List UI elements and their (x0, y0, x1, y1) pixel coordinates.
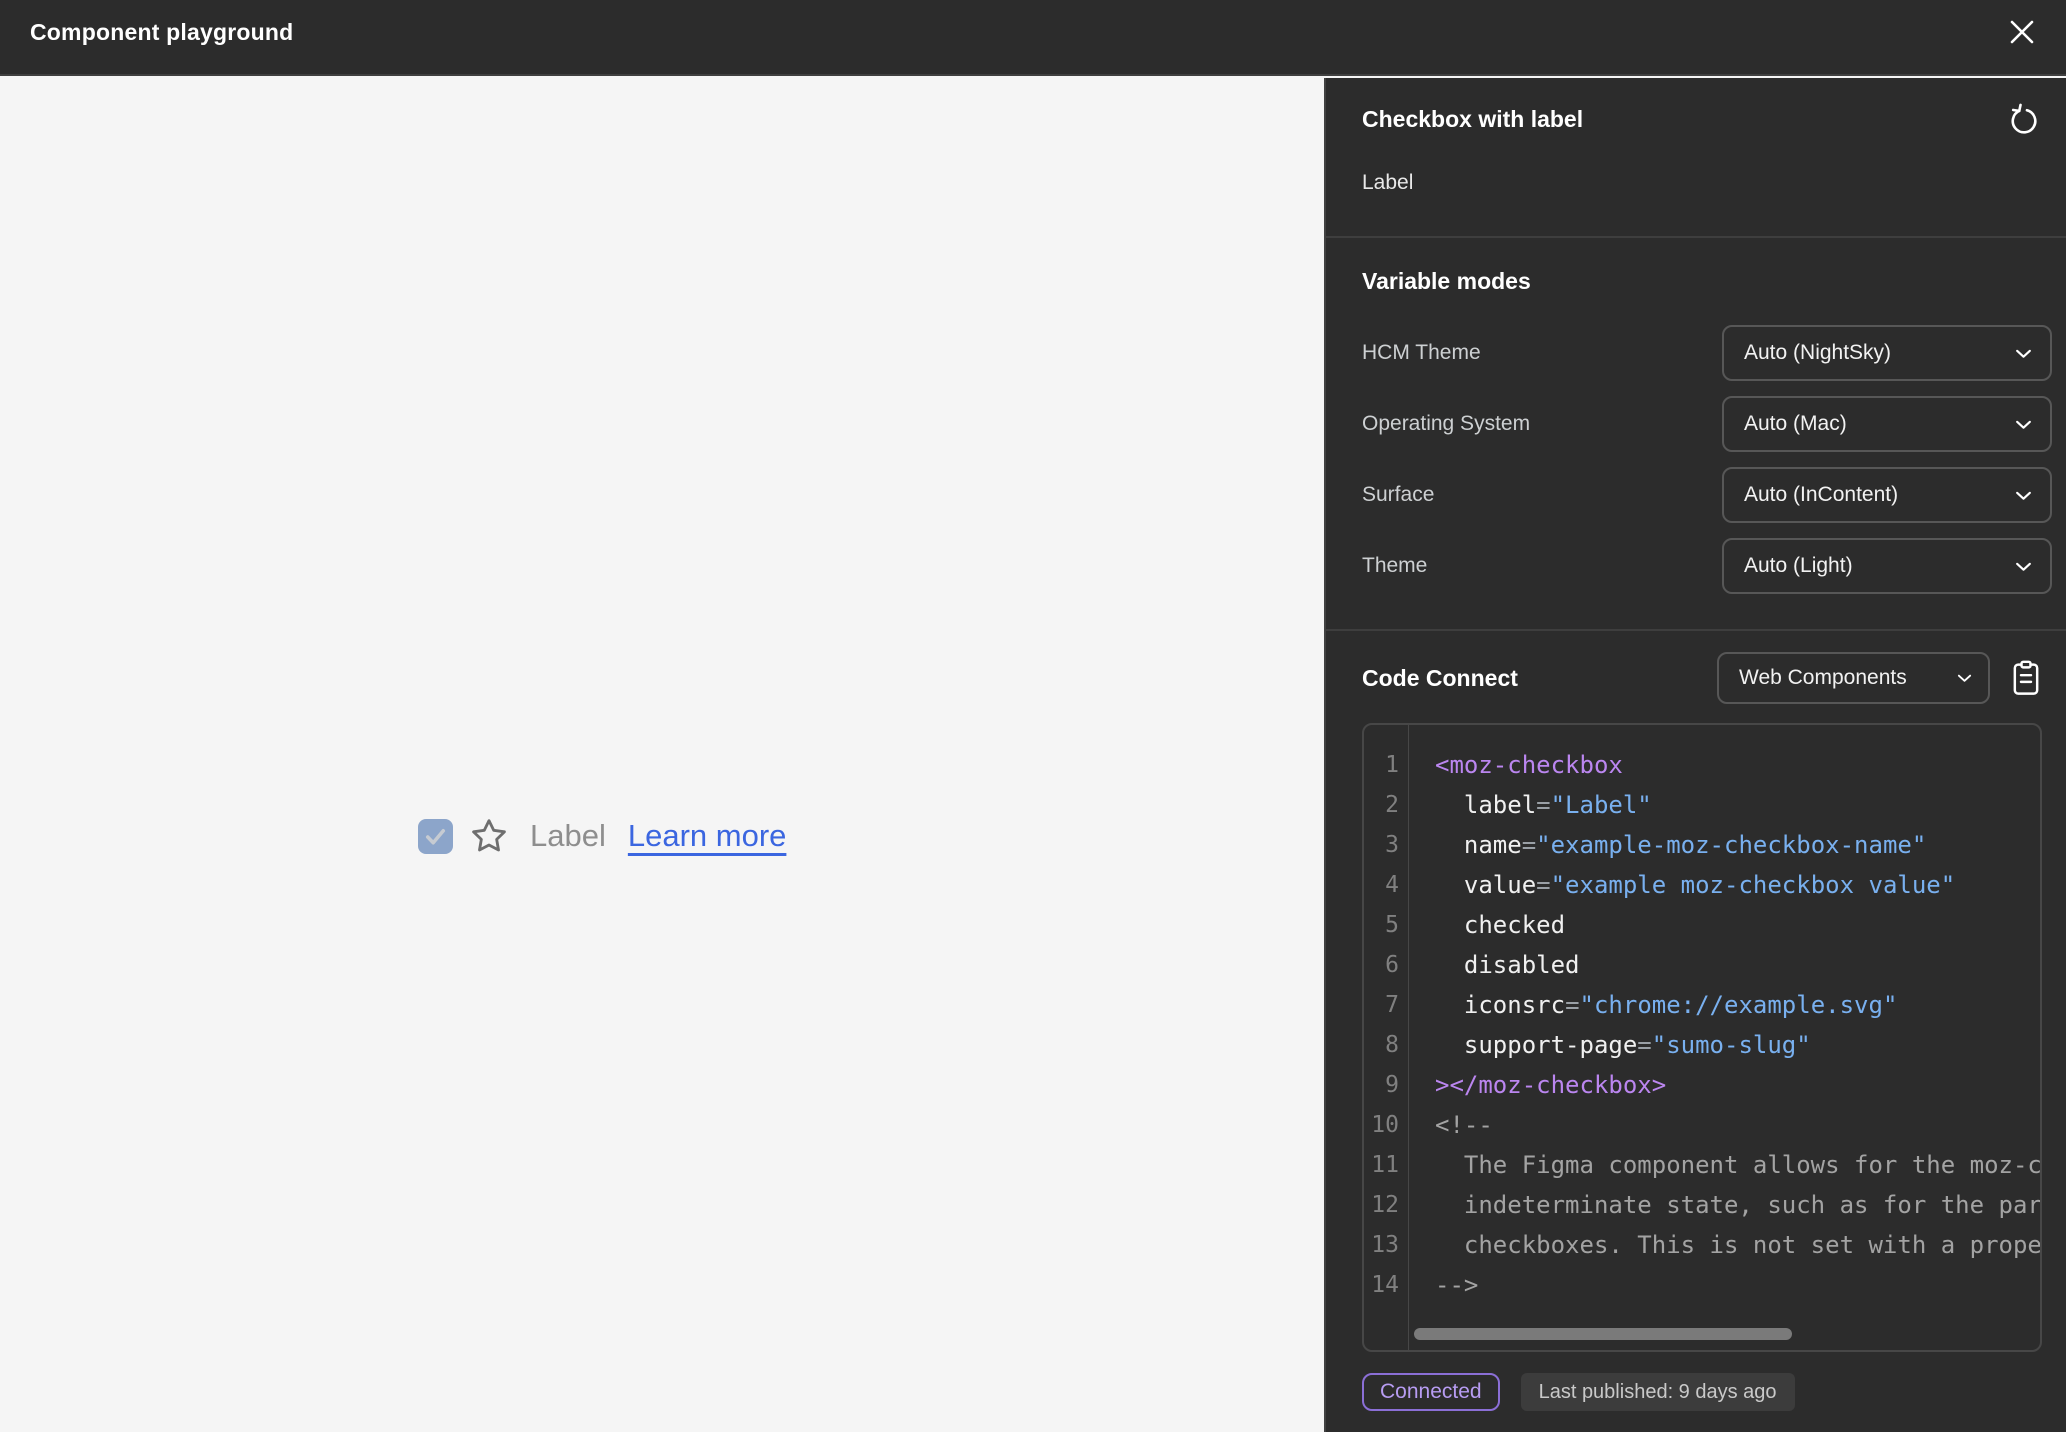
gutter-separator (1408, 725, 1409, 1350)
mode-row-surface: Surface Auto (InContent) (1362, 467, 2052, 523)
select-value: Auto (Light) (1744, 554, 1853, 577)
chevron-down-icon (2015, 348, 2032, 359)
code-line: 13 checkboxes. This is not set with a pr… (1364, 1225, 2040, 1265)
code-line: 12 indeterminate state, such as for the … (1364, 1185, 2040, 1225)
mode-row-hcm-theme: HCM Theme Auto (NightSky) (1362, 325, 2052, 381)
select-value: Web Components (1739, 666, 1907, 689)
window-titlebar: Component playground (0, 0, 2066, 76)
select-value: Auto (InContent) (1744, 483, 1899, 506)
line-number: 3 (1385, 832, 1399, 858)
chevron-down-icon (2015, 561, 2032, 572)
variable-modes-title: Variable modes (1362, 268, 1531, 294)
line-number: 6 (1385, 952, 1399, 978)
code-connect-section: Code Connect Web Components 1 <moz-check… (1326, 631, 2066, 1411)
last-published-chip: Last published: 9 days ago (1520, 1373, 1795, 1411)
preview-checkbox[interactable] (418, 818, 453, 854)
component-property-label: Label (1362, 171, 1414, 194)
code-line: 2 label="Label" (1364, 785, 2040, 825)
code-line: 9 ></moz-checkbox> (1364, 1065, 2040, 1105)
status-badge: Connected (1362, 1373, 1500, 1411)
code-line: 7 iconsrc="chrome://example.svg" (1364, 985, 2040, 1025)
chevron-down-icon (1957, 673, 1972, 683)
preview-checkbox-label: Label (530, 818, 606, 853)
line-number: 7 (1385, 992, 1399, 1018)
line-number: 10 (1371, 1112, 1399, 1138)
mode-label: Theme (1362, 554, 1428, 577)
code-connect-footer: Connected Last published: 9 days ago (1362, 1373, 2042, 1411)
mode-label: Operating System (1362, 412, 1531, 435)
close-icon (2007, 17, 2037, 47)
operating-system-select[interactable]: Auto (Mac) (1722, 396, 2052, 452)
surface-select[interactable]: Auto (InContent) (1722, 467, 2052, 523)
chevron-down-icon (2015, 490, 2032, 501)
line-number: 8 (1385, 1032, 1399, 1058)
reset-icon (2006, 102, 2042, 138)
line-number: 12 (1371, 1192, 1399, 1218)
mode-label: HCM Theme (1362, 341, 1481, 364)
close-button[interactable] (2000, 10, 2044, 54)
mode-row-theme: Theme Auto (Light) (1362, 538, 2052, 594)
code-line: 14 --> (1364, 1265, 2040, 1305)
code-line: 5 checked (1364, 905, 2040, 945)
line-number: 14 (1371, 1272, 1399, 1298)
clipboard-icon (2010, 659, 2042, 697)
mode-label: Surface (1362, 483, 1435, 506)
line-number: 1 (1385, 752, 1399, 778)
mode-row-operating-system: Operating System Auto (Mac) (1362, 396, 2052, 452)
code-line: 11 The Figma component allows for the mo… (1364, 1145, 2040, 1185)
framework-select[interactable]: Web Components (1717, 652, 1990, 704)
select-value: Auto (NightSky) (1744, 341, 1892, 364)
code-line: 10 <!-- (1364, 1105, 2040, 1145)
window-title: Component playground (30, 18, 294, 45)
component-preview: Label Learn more (418, 816, 786, 856)
line-number: 9 (1385, 1072, 1399, 1098)
line-number: 2 (1385, 792, 1399, 818)
copy-code-button[interactable] (2010, 659, 2042, 697)
line-number: 13 (1371, 1232, 1399, 1258)
learn-more-link[interactable]: Learn more (628, 818, 787, 854)
code-snippet: 1 <moz-checkbox 2 label="Label" 3 name="exa… (1362, 723, 2042, 1352)
code-lines: 1 <moz-checkbox 2 label="Label" 3 name="exa… (1364, 725, 2040, 1305)
hcm-theme-select[interactable]: Auto (NightSky) (1722, 325, 2052, 381)
inspect-panel: Checkbox with label Label Variable modes… (1324, 78, 2066, 1432)
theme-select[interactable]: Auto (Light) (1722, 538, 2052, 594)
select-value: Auto (Mac) (1744, 412, 1847, 435)
reset-button[interactable] (2006, 102, 2042, 138)
line-number: 11 (1371, 1152, 1399, 1178)
line-number: 5 (1385, 912, 1399, 938)
star-icon (469, 816, 509, 856)
code-line: 6 disabled (1364, 945, 2040, 985)
variable-modes-section: Variable modes HCM Theme Auto (NightSky)… (1326, 238, 2066, 629)
line-number: 4 (1385, 872, 1399, 898)
code-line: 3 name="example-moz-checkbox-name" (1364, 825, 2040, 865)
code-line: 4 value="example moz-checkbox value" (1364, 865, 2040, 905)
horizontal-scrollbar[interactable] (1414, 1328, 1792, 1340)
code-connect-title: Code Connect (1362, 664, 1518, 691)
component-title: Checkbox with label (1362, 106, 1584, 132)
component-canvas: Label Learn more (0, 78, 1324, 1432)
chevron-down-icon (2015, 419, 2032, 430)
code-line: 1 <moz-checkbox (1364, 745, 2040, 785)
check-icon (422, 823, 449, 850)
code-line: 8 support-page="sumo-slug" (1364, 1025, 2040, 1065)
component-header-section: Checkbox with label Label (1326, 78, 2066, 236)
